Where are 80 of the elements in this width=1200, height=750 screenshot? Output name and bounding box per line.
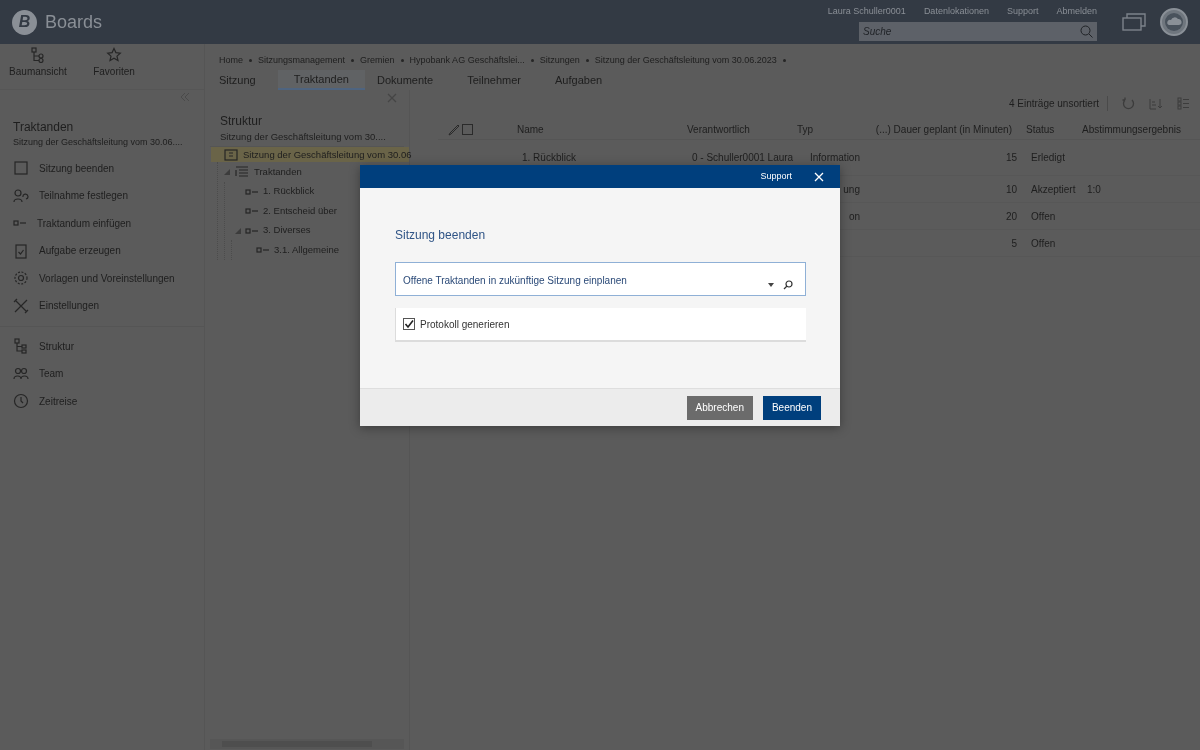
app-logo: B [12, 9, 37, 35]
list-icon [234, 164, 250, 180]
tree-icon [30, 47, 46, 63]
table-cell: 5 [1011, 237, 1017, 249]
breadcrumb-link[interactable]: Sitzungsmanagement [258, 53, 346, 67]
expand-arrow-icon[interactable] [235, 227, 241, 234]
header-link[interactable]: Laura Schuller0001 [827, 4, 906, 19]
windows-icon[interactable] [1122, 13, 1146, 31]
search-icon[interactable] [783, 280, 793, 290]
tab[interactable]: Aufgaben [543, 70, 615, 90]
header-link[interactable]: Support [1006, 4, 1039, 19]
agenda-item-icon [245, 208, 259, 214]
tools-icon [13, 297, 29, 314]
separator-dot-icon [249, 58, 252, 62]
gear-icon [13, 270, 29, 287]
nav-item[interactable]: Zeitreise [13, 387, 191, 415]
tab[interactable]: Dokumente [364, 70, 446, 90]
separator-dot-icon [400, 58, 404, 62]
column-header[interactable]: Status [1012, 122, 1082, 137]
list-view-icon[interactable] [1177, 96, 1190, 110]
panel-title: Traktanden [13, 119, 74, 136]
table-cell: Akzeptiert [1031, 183, 1076, 195]
action-item[interactable]: Vorlagen und Voreinstellungen [13, 264, 191, 292]
separator-dot-icon [351, 58, 355, 62]
action-item[interactable]: Teilnahme festlegen [13, 182, 191, 210]
cancel-button[interactable]: Abbrechen [686, 395, 753, 420]
action-item[interactable]: Einstellungen [13, 292, 191, 320]
panel-title: Struktur [220, 113, 262, 130]
people-icon [13, 187, 29, 204]
cloud-avatar-icon[interactable] [1160, 8, 1188, 36]
view-button[interactable]: Favoriten [81, 47, 147, 79]
separator-dot-icon [782, 58, 786, 62]
tree-item[interactable]: Sitzung der Geschäftsleitung vom 30.06 [211, 147, 409, 163]
dropdown-arrow-icon[interactable] [768, 283, 774, 287]
separator-dot-icon [585, 58, 589, 62]
select-field[interactable]: Offene Traktanden in zukünftige Sitzung einplanen [395, 262, 806, 296]
separator-dot-icon [530, 58, 534, 62]
check-icon [404, 319, 414, 329]
square-icon [13, 160, 29, 177]
app-name: Boards [45, 10, 103, 34]
agenda-item-icon [245, 188, 259, 195]
table-cell: Information [809, 152, 860, 163]
view-button[interactable]: Baumansicht [5, 47, 71, 79]
tab[interactable]: Traktanden [277, 70, 365, 90]
table-cell: 15 [1005, 152, 1017, 163]
select-all-checkbox[interactable] [462, 124, 473, 135]
expand-arrow-icon[interactable] [224, 169, 230, 175]
clipboard-icon [13, 242, 29, 259]
column-header[interactable]: Abstimmungsergebnis [1082, 122, 1192, 137]
team-icon [13, 365, 29, 382]
action-item[interactable]: Aufgabe erzeugen [13, 237, 191, 265]
breadcrumb-link[interactable]: Sitzungen [539, 53, 580, 67]
agenda-item-icon [256, 247, 270, 253]
checkbox-label: Protokoll generieren [420, 317, 510, 332]
clock-icon [13, 393, 29, 410]
header-link[interactable]: Abmelden [1056, 4, 1097, 19]
refresh-icon[interactable] [1122, 96, 1135, 110]
checkbox[interactable] [403, 318, 415, 330]
header-link[interactable]: Datenlokationen [923, 4, 989, 19]
support-link[interactable]: Support [760, 169, 792, 184]
agenda-item-icon [13, 220, 27, 227]
column-header[interactable]: Name [517, 122, 687, 137]
column-header[interactable]: Verantwortlich [687, 122, 797, 137]
document-icon [223, 146, 239, 163]
tab[interactable]: Teilnehmer [455, 70, 534, 90]
entry-count: 4 Einträge unsortiert [1008, 95, 1108, 111]
table-cell: Offen [1031, 210, 1056, 222]
edit-icon[interactable] [448, 123, 460, 136]
table-cell: Offen [1031, 237, 1056, 249]
sort-icon[interactable] [1149, 96, 1163, 110]
star-icon [106, 47, 122, 63]
search-field[interactable]: Suche [859, 22, 1097, 42]
structure-icon [13, 338, 29, 355]
agenda-item-icon [245, 227, 259, 234]
nav-item[interactable]: Struktur [13, 332, 191, 360]
confirm-button[interactable]: Beenden [762, 395, 821, 420]
action-item[interactable]: Sitzung beenden [13, 154, 191, 182]
table-cell: Erledigt [1031, 152, 1065, 163]
tab[interactable]: Sitzung [219, 70, 268, 90]
nav-item[interactable]: Team [13, 360, 191, 388]
